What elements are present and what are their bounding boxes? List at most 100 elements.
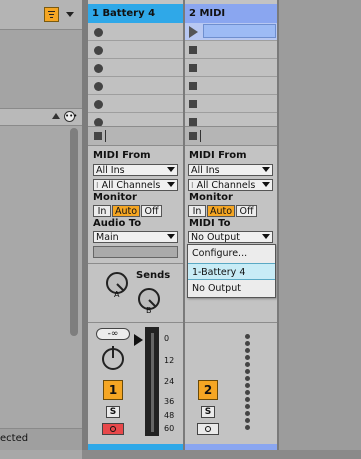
volume-value: -∞ <box>107 329 119 339</box>
clip-slot[interactable] <box>88 77 183 95</box>
monitor-auto-button[interactable]: Auto <box>207 205 235 217</box>
monitor-in-button[interactable]: In <box>188 205 206 217</box>
menu-item-no-output[interactable]: No Output <box>188 280 275 297</box>
clip-slot[interactable] <box>185 41 277 59</box>
stop-divider <box>200 130 201 142</box>
chevron-down-icon <box>262 182 270 187</box>
meter-scale-label: 0 <box>164 334 170 343</box>
midi-channel-select[interactable]: ⁝ All Channels <box>93 179 178 191</box>
divider <box>185 322 277 323</box>
track-2-stop-area <box>185 126 277 146</box>
more-options-icon[interactable]: ••• <box>64 111 77 122</box>
audio-to-select[interactable]: Main <box>93 231 178 243</box>
clip-slot[interactable] <box>185 95 277 113</box>
solo-button[interactable]: S <box>201 406 215 418</box>
track-1-stop-area <box>88 126 183 146</box>
stop-icon[interactable] <box>189 46 197 54</box>
midi-from-label: MIDI From <box>189 150 247 161</box>
track-2-header[interactable]: 2 MIDI <box>185 4 277 23</box>
chevron-down-icon <box>167 182 175 187</box>
monitor-off-button[interactable]: Off <box>141 205 162 217</box>
clip-slot[interactable] <box>185 77 277 95</box>
menu-item-battery-4[interactable]: 1-Battery 4 <box>188 263 275 280</box>
monitor-label: Monitor <box>93 192 137 203</box>
clip-slot[interactable] <box>88 59 183 77</box>
play-icon[interactable] <box>189 26 198 38</box>
filter-button[interactable] <box>44 7 59 22</box>
midi-to-label: MIDI To <box>189 218 231 229</box>
clip-slot[interactable] <box>185 23 277 41</box>
track-1-header[interactable]: 1 Battery 4 <box>88 4 183 23</box>
monitor-in-button[interactable]: In <box>93 205 111 217</box>
midi-channel-value: All Channels <box>101 180 161 191</box>
divider <box>88 322 183 323</box>
meter-scale-label: 24 <box>164 377 175 386</box>
record-dot-icon[interactable] <box>94 100 103 109</box>
chevron-down-icon <box>262 167 270 172</box>
power-icon <box>110 426 116 432</box>
channel-icon: ⁝ <box>96 181 99 190</box>
clip-slot[interactable] <box>88 95 183 113</box>
track-activator-button[interactable]: 2 <box>198 380 218 400</box>
track-2-clip-slots <box>185 23 277 131</box>
meter-scale-label: 60 <box>164 424 175 433</box>
clip-slot[interactable] <box>88 23 183 41</box>
stop-icon[interactable] <box>189 118 197 126</box>
clip-slot[interactable] <box>88 41 183 59</box>
clip-slot[interactable] <box>185 59 277 77</box>
audio-to-value: Main <box>96 232 119 243</box>
arm-button[interactable] <box>197 423 219 435</box>
chevron-down-icon[interactable] <box>66 12 74 17</box>
solo-button[interactable]: S <box>106 406 120 418</box>
clip-stop-button[interactable] <box>189 132 197 140</box>
record-dot-icon[interactable] <box>94 28 103 37</box>
sends-label: Sends <box>136 270 171 281</box>
midi-from-value: All Ins <box>96 165 125 176</box>
volume-fader-pointer[interactable] <box>134 334 143 346</box>
selected-clip-slot[interactable] <box>203 24 276 38</box>
track-1-clip-slots <box>88 23 183 131</box>
monitor-label: Monitor <box>189 192 233 203</box>
channel-icon: ⁝ <box>191 181 194 190</box>
midi-from-label: MIDI From <box>93 150 151 161</box>
midi-channel-select[interactable]: ⁝ All Channels <box>188 179 273 191</box>
volume-display[interactable]: -∞ <box>96 328 130 340</box>
pan-indicator <box>112 346 114 358</box>
meter-scale-label: 12 <box>164 356 175 365</box>
stop-icon[interactable] <box>189 100 197 108</box>
stop-icon[interactable] <box>189 82 197 90</box>
chevron-down-icon <box>167 234 175 239</box>
menu-item-configure[interactable]: Configure... <box>188 245 275 262</box>
pan-knob[interactable] <box>102 346 124 370</box>
chevron-down-icon <box>262 234 270 239</box>
midi-to-value: No Output <box>191 232 240 243</box>
clip-stop-button[interactable] <box>94 132 102 140</box>
meter-scale-label: 48 <box>164 411 175 420</box>
record-dot-icon[interactable] <box>94 82 103 91</box>
power-icon <box>205 426 211 432</box>
monitor-off-button[interactable]: Off <box>236 205 257 217</box>
empty-track-area <box>279 0 361 459</box>
stop-icon[interactable] <box>189 64 197 72</box>
triangle-up-icon[interactable] <box>52 113 60 119</box>
audio-to-sub-select[interactable] <box>93 246 178 258</box>
midi-from-select[interactable]: All Ins <box>188 164 273 176</box>
record-dot-icon[interactable] <box>94 46 103 55</box>
monitor-auto-button[interactable]: Auto <box>112 205 140 217</box>
left-scrollbar[interactable] <box>70 128 78 336</box>
midi-to-menu: Configure... 1-Battery 4 No Output <box>187 244 276 298</box>
bottom-bar <box>82 450 361 459</box>
track-activator-button[interactable]: 1 <box>103 380 123 400</box>
fader-track[interactable] <box>151 333 154 432</box>
status-text: ected <box>0 433 29 444</box>
midi-to-select[interactable]: No Output <box>188 231 273 243</box>
left-list-area <box>0 30 82 108</box>
midi-activity-meter <box>245 334 251 436</box>
meter-scale-label: 36 <box>164 397 175 406</box>
midi-from-select[interactable]: All Ins <box>93 164 178 176</box>
audio-to-label: Audio To <box>93 218 142 229</box>
send-a-label: A <box>114 290 120 299</box>
record-dot-icon[interactable] <box>94 64 103 73</box>
arm-button[interactable] <box>102 423 124 435</box>
chevron-down-icon <box>167 167 175 172</box>
